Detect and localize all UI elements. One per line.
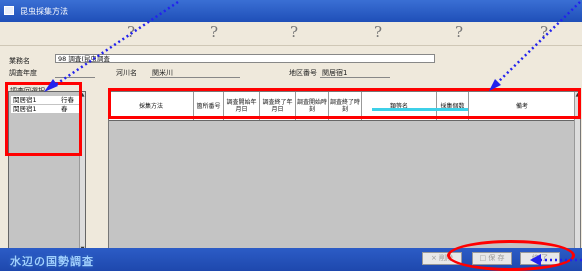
annotation-arrows (44, 0, 582, 266)
